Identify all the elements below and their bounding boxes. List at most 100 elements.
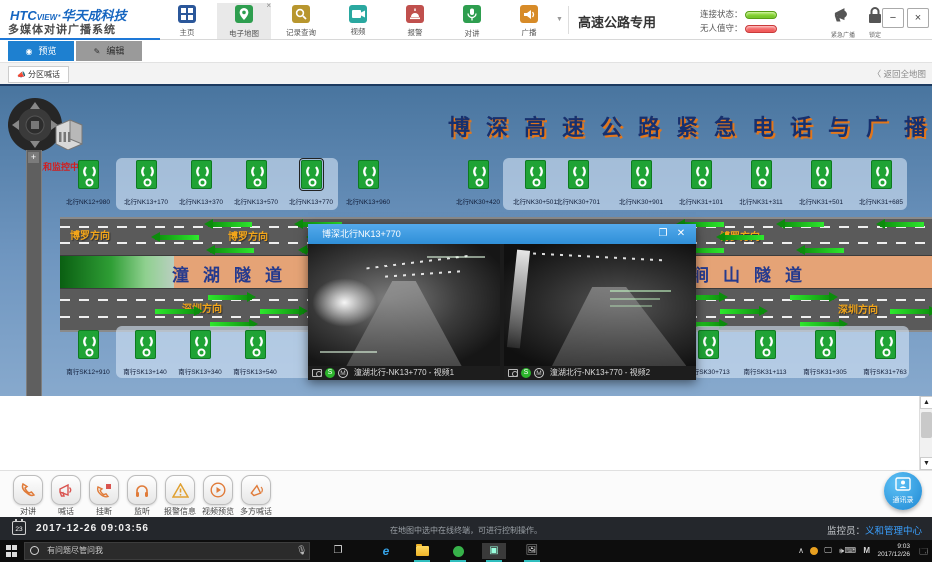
nav-tab-记录查询[interactable]: 记录查询: [274, 3, 328, 39]
camera-feed-1[interactable]: [308, 244, 500, 366]
nav-tab-报警[interactable]: 报警: [388, 3, 442, 39]
partition-call-label: 分区喊话: [28, 70, 60, 79]
phone-station-label: 南行SK13+540: [220, 366, 290, 376]
stream-s-badge[interactable]: S: [521, 368, 531, 378]
tray-keyboard-icon[interactable]: ⌨: [844, 546, 856, 555]
scroll-down-icon[interactable]: ▼: [920, 457, 932, 470]
nav-tab-电子地图[interactable]: ×电子地图: [217, 3, 271, 39]
direction-shenzhen-label: 深圳方向: [838, 301, 878, 316]
stream-m-badge[interactable]: M: [338, 368, 348, 378]
mode-title: 高速公路专用: [578, 12, 656, 31]
监听-button[interactable]: 监听: [123, 475, 161, 517]
snapshot-icon[interactable]: [508, 369, 518, 377]
tunnel-map: 博深高速公路紧急电话与广播 义和监控中心 + 潼湖隧道 涧山隧道 博罗方向 博罗…: [0, 84, 932, 396]
多方喊话-button[interactable]: 多方喊话: [237, 475, 275, 517]
taskbar-search-input[interactable]: 有问题尽管问我: [24, 542, 310, 560]
action-label: 报警信息: [161, 506, 199, 517]
status-bar: 23 2017-12-26 09:03:56 在地图中选中在线终端，可进行控制操…: [0, 517, 932, 540]
tray-volume-icon[interactable]: 🕪: [839, 546, 844, 556]
action-label: 挂断: [85, 506, 123, 517]
start-button[interactable]: [6, 545, 18, 557]
traffic-arrow-icon: [210, 248, 254, 253]
action-label: 监听: [123, 506, 161, 517]
preview-button[interactable]: ◉预览: [8, 41, 74, 61]
mode-toolbar: ◉预览 ✎编辑: [0, 40, 932, 62]
nav-tab-主页[interactable]: 主页: [160, 3, 214, 39]
back-to-full-map-link[interactable]: 〈 返回全地图: [873, 68, 926, 80]
operator-label: 监控员：: [827, 526, 865, 537]
emergency-phone-icon: [190, 330, 211, 359]
nav-tab-label: 主页: [160, 27, 214, 38]
traffic-arrow-icon: [720, 235, 764, 240]
视频预览-button[interactable]: 视频预览: [199, 475, 237, 517]
camera-2-info-bar: S M 潼湖北行-NK13+770 - 视频2: [504, 366, 696, 380]
emergency-broadcast-button[interactable]: 紧急广播: [826, 6, 860, 39]
file-explorer-icon[interactable]: [410, 543, 434, 559]
emergency-phone-icon: [135, 330, 156, 359]
light-glow: [312, 278, 377, 327]
scroll-up-icon[interactable]: ▲: [920, 396, 932, 409]
access-road: [26, 150, 42, 396]
emergency-phone-北行NK30+701[interactable]: 北行NK30+701: [543, 160, 613, 206]
app-icon-photos[interactable]: 🖼: [520, 543, 544, 559]
emergency-phone-北行NK13+960[interactable]: 北行NK13+960: [333, 160, 403, 206]
edge-browser-icon[interactable]: e: [374, 543, 398, 559]
active-app-icon[interactable]: ▣: [482, 543, 506, 559]
microphone-icon[interactable]: 🎙: [296, 545, 307, 556]
emergency-phone-icon: [246, 160, 267, 189]
挂断-button[interactable]: 挂断: [85, 475, 123, 517]
报警信息-button[interactable]: 报警信息: [161, 475, 199, 517]
lock-icon: [867, 6, 883, 24]
vertical-scrollbar[interactable]: ▲ ▼: [919, 396, 932, 470]
zoom-plus-icon[interactable]: +: [28, 152, 39, 163]
phone-station-label: 北行NK13+960: [333, 196, 403, 206]
contacts-book-icon: [895, 477, 911, 491]
nav-tab-label: 视频: [331, 26, 385, 37]
scrollbar-thumb[interactable]: [921, 412, 932, 438]
emergency-phone-icon: [871, 160, 892, 189]
phone-station-label: 北行NK31+685: [846, 196, 916, 206]
nav-tab-视频[interactable]: 视频: [331, 3, 385, 39]
camera-1-label: 潼湖北行-NK13+770 - 视频1: [354, 368, 454, 377]
nav-more-icon[interactable]: ▼: [556, 16, 563, 23]
emergency-phone-南行SK13+540[interactable]: 南行SK13+540: [220, 330, 290, 376]
snapshot-icon[interactable]: [312, 369, 322, 377]
partition-call-tab[interactable]: 📣 分区喊话: [8, 66, 69, 83]
tray-clock[interactable]: 9:03 2017/12/26: [864, 543, 910, 559]
popup-close-icon[interactable]: ✕: [674, 228, 688, 241]
edit-button[interactable]: ✎编辑: [76, 41, 142, 61]
tab-close-icon[interactable]: ×: [266, 1, 271, 10]
tray-shield-icon[interactable]: [810, 547, 818, 557]
emergency-phone-南行SK31+763[interactable]: 南行SK31+763: [850, 330, 920, 376]
emergency-phone-icon: [631, 160, 652, 189]
popup-maximize-icon[interactable]: ❐: [656, 228, 670, 241]
close-button[interactable]: ×: [907, 8, 929, 28]
monitor-center-building-icon[interactable]: [52, 112, 86, 150]
stream-s-badge[interactable]: S: [325, 368, 335, 378]
nav-tab-对讲[interactable]: 对讲: [445, 3, 499, 39]
app-icon-green[interactable]: [446, 543, 470, 559]
operator-info: 监控员：义和管理中心: [827, 523, 922, 537]
edit-label: 编辑: [106, 46, 124, 56]
task-view-icon[interactable]: ❐: [326, 543, 350, 559]
cortana-icon[interactable]: [30, 546, 39, 555]
tray-date: 2017/12/26: [864, 551, 910, 559]
nav-tab-广播[interactable]: 广播: [502, 3, 556, 39]
emergency-phone-北行NK31+685[interactable]: 北行NK31+685: [846, 160, 916, 206]
operator-name[interactable]: 义和管理中心: [865, 526, 922, 537]
contacts-button[interactable]: 通讯录: [884, 472, 922, 510]
video-popup-window[interactable]: 博深北行NK13+770 ❐ ✕ S M 潼湖北行-NK13+770 -: [308, 224, 696, 380]
minimize-button[interactable]: −: [882, 8, 904, 28]
喊话-button[interactable]: 喊话: [47, 475, 85, 517]
tray-network-icon[interactable]: 🖵: [824, 546, 832, 556]
emergency-phone-icon: [815, 330, 836, 359]
emergency-phone-icon: [245, 330, 266, 359]
camera-feed-2[interactable]: [504, 244, 696, 366]
action-label: 视频预览: [199, 506, 237, 517]
traffic-arrow-icon: [155, 309, 199, 314]
stream-m-badge[interactable]: M: [534, 368, 544, 378]
notification-center-icon[interactable]: 🗔: [919, 546, 928, 560]
popup-title-bar[interactable]: 博深北行NK13+770: [308, 224, 696, 244]
tray-expand-icon[interactable]: ∧: [798, 546, 804, 555]
对讲-button[interactable]: 对讲: [9, 475, 47, 517]
